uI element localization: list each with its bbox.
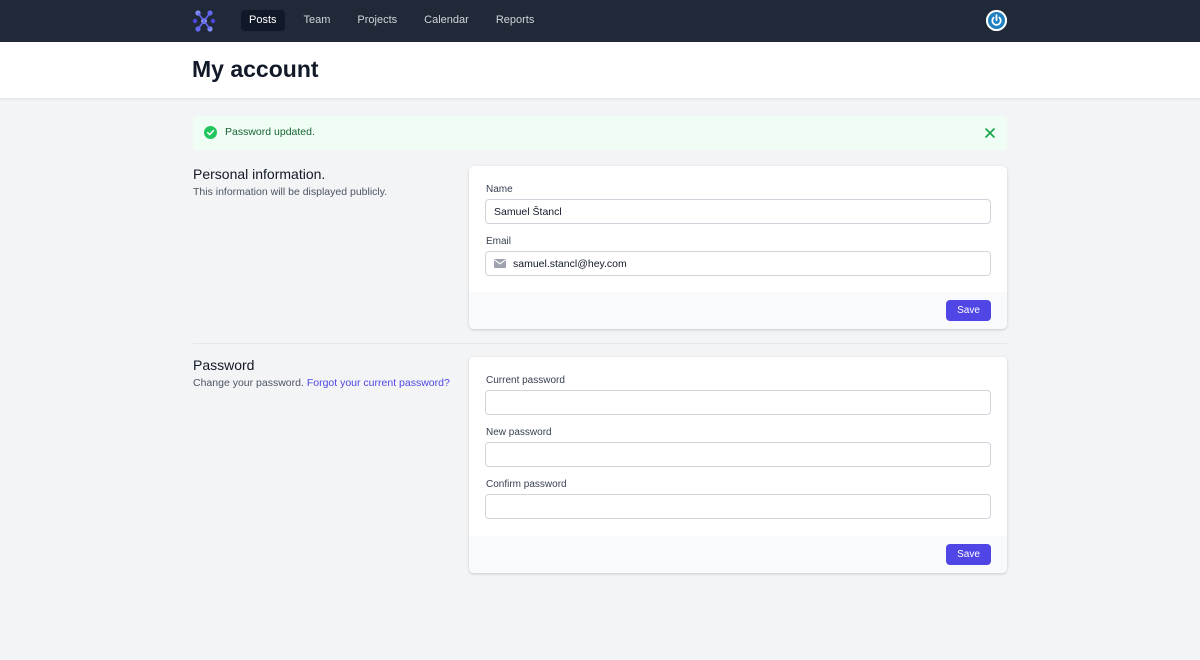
name-input[interactable] <box>485 199 991 224</box>
personal-info-card: Name Email Save <box>469 166 1007 329</box>
personal-section-title: Personal information. <box>193 166 326 182</box>
page-header: My account <box>0 42 1200 99</box>
nav-item-calendar[interactable]: Calendar <box>416 10 477 31</box>
nav-item-projects[interactable]: Projects <box>349 10 405 31</box>
success-alert: Password updated. <box>193 116 1007 150</box>
new-password-label: New password <box>486 427 552 438</box>
nav-item-reports[interactable]: Reports <box>488 10 543 31</box>
nav-item-posts[interactable]: Posts <box>241 10 285 31</box>
password-description-text: Change your password. <box>193 377 304 389</box>
page-title: My account <box>192 56 319 82</box>
email-input[interactable] <box>485 251 991 276</box>
confirm-password-input[interactable] <box>485 494 991 519</box>
email-field-wrapper <box>485 251 991 276</box>
password-card-footer: Save <box>469 536 1007 573</box>
password-section-title: Password <box>193 357 255 373</box>
forgot-password-link[interactable]: Forgot your current password? <box>307 377 450 389</box>
confirm-password-label: Confirm password <box>486 479 567 490</box>
section-divider <box>193 343 1007 344</box>
power-icon <box>986 10 1007 31</box>
save-password-button[interactable]: Save <box>946 544 991 565</box>
password-card: Current password New password Confirm pa… <box>469 357 1007 573</box>
nav-item-team[interactable]: Team <box>296 10 339 31</box>
app-logo-icon[interactable] <box>192 9 216 33</box>
save-personal-button[interactable]: Save <box>946 300 991 321</box>
close-icon[interactable] <box>983 126 997 140</box>
new-password-input[interactable] <box>485 442 991 467</box>
current-password-input[interactable] <box>485 390 991 415</box>
personal-section-description: This information will be displayed publi… <box>193 186 388 198</box>
alert-message: Password updated. <box>225 126 315 138</box>
check-circle-icon <box>204 126 217 139</box>
current-password-label: Current password <box>486 375 565 386</box>
email-label: Email <box>486 236 512 247</box>
name-label: Name <box>486 184 513 195</box>
nav-links: Posts Team Projects Calendar Reports <box>241 10 542 31</box>
user-avatar[interactable] <box>986 10 1007 31</box>
password-section-description: Change your password. Forgot your curren… <box>193 377 450 389</box>
top-navbar: Posts Team Projects Calendar Reports <box>0 0 1200 42</box>
mail-icon <box>494 259 506 268</box>
personal-card-footer: Save <box>469 292 1007 329</box>
